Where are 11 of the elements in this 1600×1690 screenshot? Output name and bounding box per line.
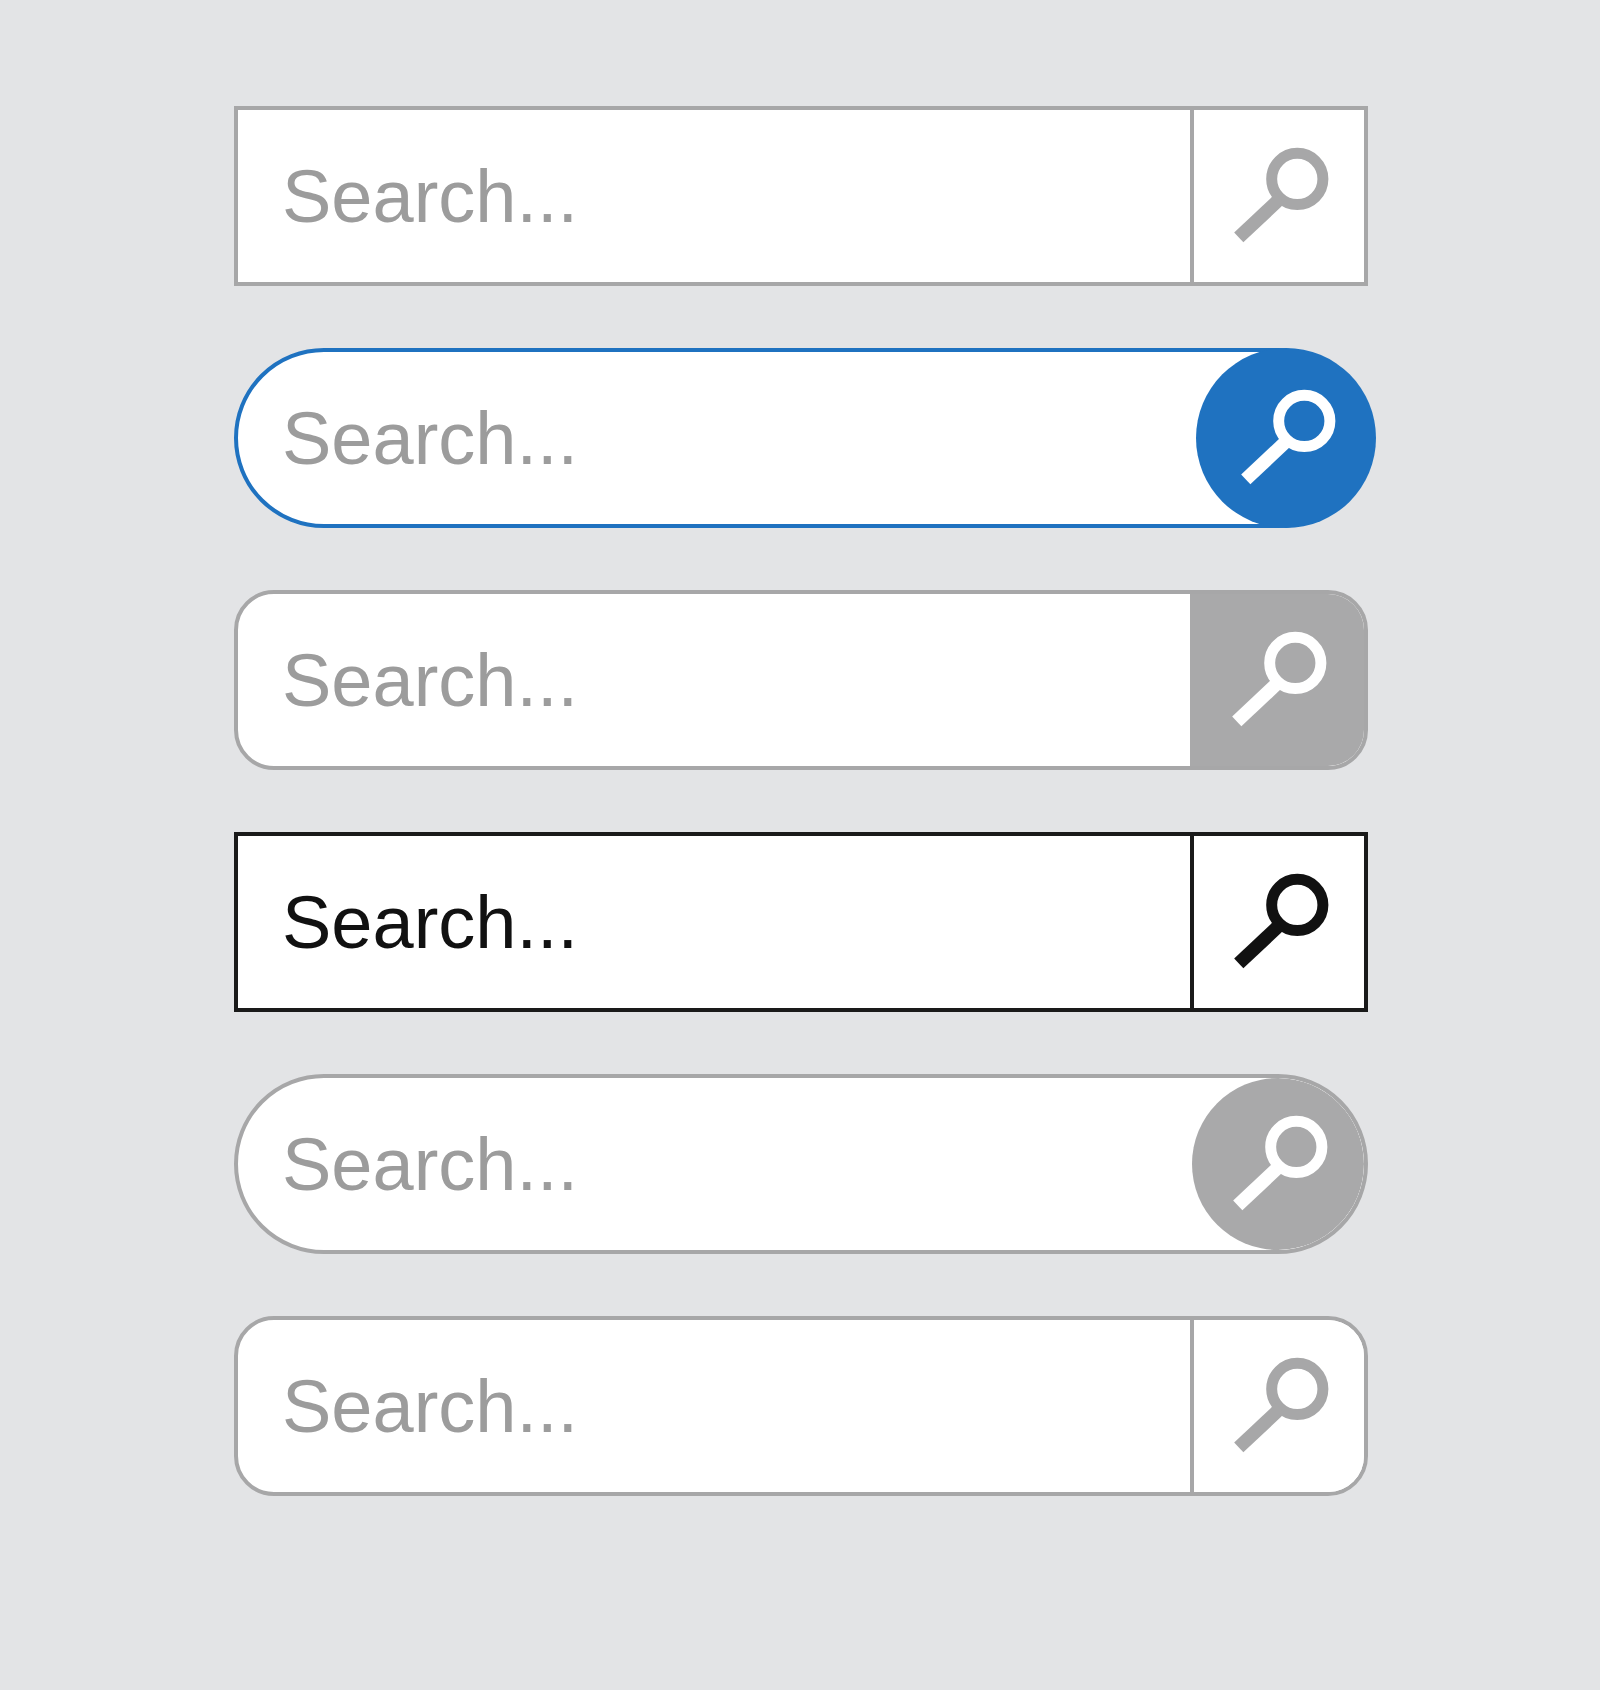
search-bar[interactable]: Search... — [234, 1316, 1368, 1496]
search-field[interactable]: Search... — [238, 1078, 1192, 1250]
search-field[interactable]: Search... — [238, 836, 1190, 1008]
search-bar[interactable]: Search... — [234, 832, 1368, 1012]
search-field[interactable]: Search... — [238, 1320, 1190, 1492]
search-field[interactable]: Search... — [238, 594, 1190, 766]
search-bar[interactable]: Search... — [234, 590, 1368, 770]
search-bar[interactable]: Search... — [234, 106, 1368, 286]
search-field[interactable]: Search... — [238, 110, 1190, 282]
search-field[interactable]: Search... — [238, 352, 1196, 524]
search-bar[interactable]: Search... — [234, 1074, 1368, 1254]
